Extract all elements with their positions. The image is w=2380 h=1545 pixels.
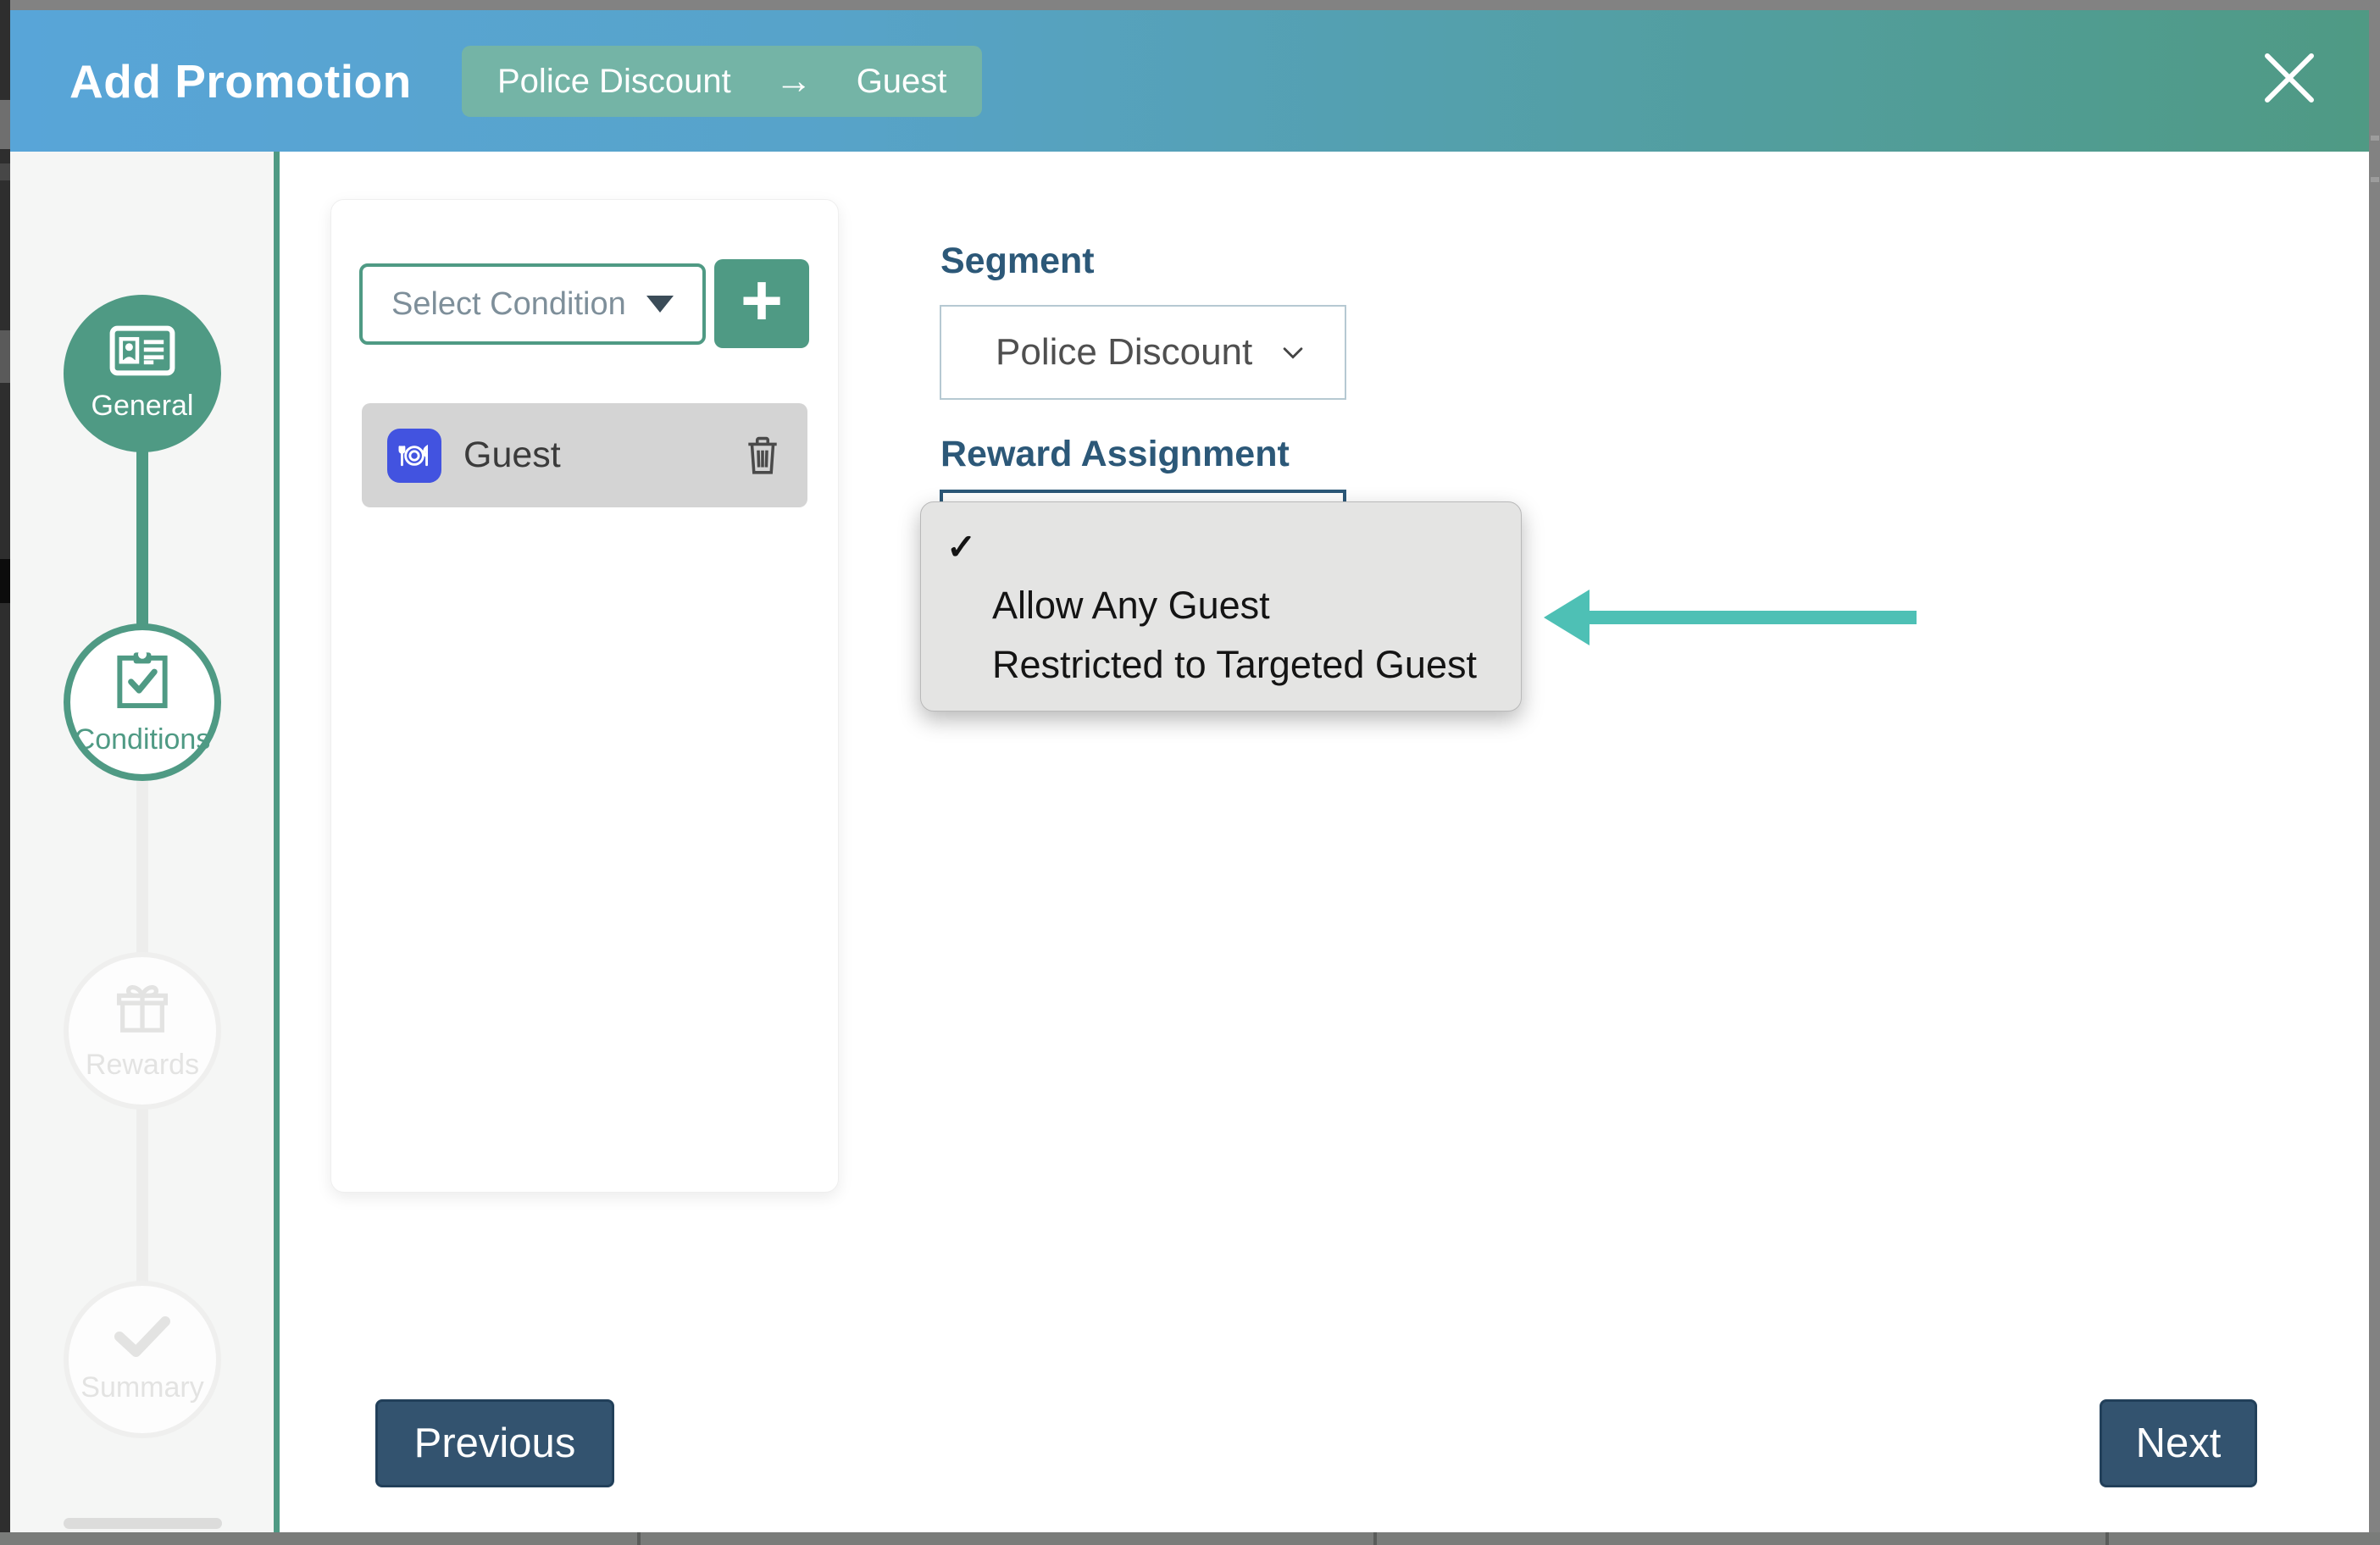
background-divider (2105, 1532, 2109, 1545)
chevron-down-icon (1279, 338, 1307, 367)
segment-label: Segment (940, 241, 1095, 282)
modal-header: Add Promotion Police Discount → Guest (10, 10, 2369, 152)
horizontal-scrollbar[interactable] (64, 1518, 222, 1529)
delete-condition-button[interactable] (745, 435, 782, 477)
menu-option-restricted-targeted-guest[interactable]: Restricted to Targeted Guest (921, 640, 1521, 690)
step-rewards[interactable]: Rewards (64, 952, 221, 1110)
background-fragment (0, 163, 10, 180)
breadcrumb-arrow-icon: → (775, 60, 813, 102)
step-label: Summary (80, 1371, 203, 1404)
caret-down-icon (646, 296, 674, 313)
reward-assignment-menu: ✓ Allow Any Guest Restricted to Targeted… (920, 501, 1522, 712)
check-icon: ✓ (946, 526, 976, 568)
segment-select[interactable]: Police Discount (940, 305, 1346, 400)
arrow-head-icon (1544, 590, 1589, 645)
condition-label: Guest (463, 435, 745, 476)
dining-icon (387, 429, 441, 483)
add-promotion-modal: Add Promotion Police Discount → Guest (10, 10, 2369, 1532)
background-divider (1373, 1532, 1377, 1545)
step-label: Conditions (75, 723, 211, 756)
sidebar-divider (274, 152, 280, 1532)
step-conditions[interactable]: Conditions (64, 623, 221, 781)
arrow-shaft (1584, 611, 1917, 624)
breadcrumb: Police Discount → Guest (462, 46, 982, 117)
clipboard-check-icon (114, 648, 170, 718)
close-icon (2262, 51, 2316, 109)
menu-option-blank[interactable]: ✓ (946, 521, 997, 572)
background-page-left-edge (0, 0, 10, 1545)
background-fragment (2371, 136, 2379, 141)
condition-item-guest[interactable]: Guest (362, 403, 807, 507)
background-fragment (0, 330, 10, 383)
background-page-bottom (0, 1532, 2380, 1545)
step-general[interactable]: General (64, 295, 221, 452)
page-title: Add Promotion (69, 10, 412, 152)
background-fragment (0, 100, 10, 149)
background-fragment (2371, 177, 2379, 182)
step-label: General (92, 390, 194, 423)
gift-icon (113, 980, 172, 1044)
breadcrumb-step: Guest (857, 63, 947, 101)
step-label: Rewards (86, 1049, 199, 1082)
check-icon (112, 1315, 173, 1366)
close-button[interactable] (2257, 47, 2322, 112)
background-divider (637, 1532, 641, 1545)
conditions-panel: Select Condition + Guest (330, 199, 839, 1193)
next-button[interactable]: Next (2100, 1399, 2257, 1487)
reward-assignment-label: Reward Assignment (940, 434, 1290, 475)
segment-value: Police Discount (996, 331, 1279, 374)
id-card-icon (109, 324, 175, 385)
menu-option-allow-any-guest[interactable]: Allow Any Guest (921, 580, 1521, 631)
previous-button[interactable]: Previous (375, 1399, 614, 1487)
add-condition-button[interactable]: + (714, 259, 809, 348)
breadcrumb-promotion: Police Discount (497, 63, 731, 101)
plus-icon: + (741, 264, 783, 337)
step-summary[interactable]: Summary (64, 1281, 221, 1438)
select-condition-dropdown[interactable]: Select Condition (359, 263, 706, 345)
select-condition-placeholder: Select Condition (391, 286, 646, 323)
